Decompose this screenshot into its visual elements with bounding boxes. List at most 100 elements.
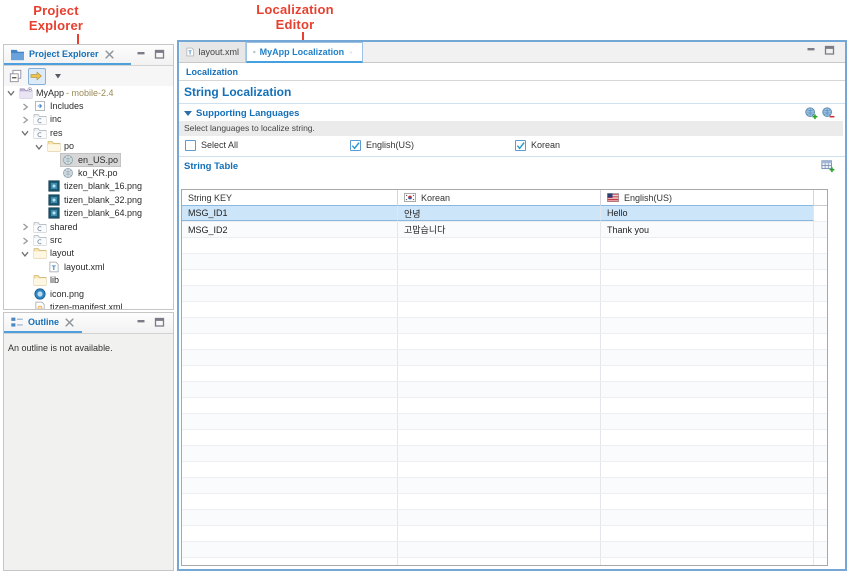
editor-tab-myapp-localization[interactable]: MyApp Localization bbox=[246, 42, 363, 63]
tree-expander[interactable] bbox=[20, 235, 33, 245]
link-with-editor-button[interactable] bbox=[28, 68, 46, 85]
cell-string-key bbox=[182, 366, 398, 381]
expanded-icon[interactable] bbox=[20, 128, 30, 138]
cell-english: Hello bbox=[601, 205, 814, 221]
tree-item-inc[interactable]: inc bbox=[4, 113, 173, 126]
tree-item-icon-slot bbox=[47, 194, 62, 206]
collapsed-icon[interactable] bbox=[20, 102, 30, 112]
checkbox-box[interactable] bbox=[350, 140, 361, 151]
tree-item-en-us-po[interactable]: en_US.po bbox=[4, 153, 173, 166]
checkbox-korean[interactable]: Korean bbox=[515, 138, 560, 152]
tree-expander[interactable] bbox=[20, 222, 33, 232]
add-string-key-icon[interactable] bbox=[821, 159, 835, 173]
language-checkboxes: Select All English(US) Korean bbox=[179, 138, 845, 154]
tree-item-lib[interactable]: lib bbox=[4, 273, 173, 286]
minimize-icon[interactable] bbox=[806, 45, 817, 55]
tree-item-ko-kr-po[interactable]: ko_KR.po bbox=[4, 166, 173, 179]
cell-english bbox=[601, 462, 814, 477]
remove-language-icon[interactable] bbox=[821, 106, 835, 120]
tree-item-tizen-blank-32-png[interactable]: tizen_blank_32.png bbox=[4, 193, 173, 206]
cell-korean bbox=[398, 334, 601, 349]
column-label: Korean bbox=[421, 193, 450, 203]
tree-item-tizen-blank-16-png[interactable]: tizen_blank_16.png bbox=[4, 180, 173, 193]
checkbox-box[interactable] bbox=[185, 140, 196, 151]
checkbox-select-all[interactable]: Select All bbox=[185, 138, 238, 152]
collapsed-icon[interactable] bbox=[20, 115, 30, 125]
tree-expander[interactable] bbox=[20, 114, 33, 124]
supporting-languages-header[interactable]: Supporting Languages bbox=[179, 106, 845, 120]
tree-item-shared[interactable]: shared bbox=[4, 220, 173, 233]
collapse-all-button[interactable] bbox=[7, 68, 25, 85]
tree-item-tizen-blank-64-png[interactable]: tizen_blank_64.png bbox=[4, 207, 173, 220]
cell-english bbox=[601, 542, 814, 557]
tab-project-explorer[interactable]: Project Explorer bbox=[4, 45, 131, 65]
tree-item-layout-xml[interactable]: Tlayout.xml bbox=[4, 260, 173, 273]
collapsed-icon[interactable] bbox=[20, 236, 30, 246]
tree-indent bbox=[4, 280, 20, 281]
tree-item-icon-slot bbox=[61, 154, 76, 166]
expanded-icon[interactable] bbox=[34, 142, 44, 152]
cell-string-key bbox=[182, 510, 398, 525]
expanded-icon[interactable] bbox=[20, 249, 30, 259]
view-window-buttons bbox=[136, 317, 165, 327]
expanded-icon[interactable] bbox=[6, 88, 16, 98]
tree-item-src[interactable]: src bbox=[4, 233, 173, 246]
cell-filler bbox=[814, 494, 827, 509]
column-header-english-us[interactable]: English(US) bbox=[601, 190, 814, 205]
tab-label: Outline bbox=[28, 317, 59, 327]
tree-item-includes[interactable]: Includes bbox=[4, 99, 173, 112]
editor-tab-layout-xml[interactable]: Tlayout.xml bbox=[180, 42, 246, 62]
cell-filler bbox=[814, 286, 827, 301]
column-header-string-key[interactable]: String KEY bbox=[182, 190, 398, 205]
checkbox-box[interactable] bbox=[515, 140, 526, 151]
tree-expander[interactable] bbox=[20, 101, 33, 111]
editor-tabbar: Tlayout.xmlMyApp Localization bbox=[179, 42, 845, 63]
close-icon[interactable] bbox=[350, 48, 352, 57]
column-header-korean[interactable]: Korean bbox=[398, 190, 601, 205]
tree-item-tizen-manifest-xml[interactable]: tizen-manifest.xml bbox=[4, 300, 173, 309]
checkbox-english-us[interactable]: English(US) bbox=[350, 138, 414, 152]
tree-expander[interactable] bbox=[6, 88, 19, 98]
tree-expander[interactable] bbox=[20, 128, 33, 138]
cell-english bbox=[601, 558, 814, 566]
table-row-msg-id1[interactable]: MSG_ID1안녕Hello bbox=[182, 206, 827, 222]
table-row-empty bbox=[182, 558, 827, 566]
cell-korean bbox=[398, 286, 601, 301]
cell-english bbox=[601, 446, 814, 461]
pofile-icon bbox=[61, 167, 75, 179]
cell-string-key bbox=[182, 286, 398, 301]
outline-tabbar: Outline bbox=[4, 313, 173, 334]
close-icon[interactable] bbox=[65, 318, 74, 327]
cell-string-key bbox=[182, 334, 398, 349]
close-icon[interactable] bbox=[105, 50, 114, 59]
cell-korean bbox=[398, 254, 601, 269]
cell-korean: 고맙습니다 bbox=[398, 222, 601, 237]
maximize-icon[interactable] bbox=[824, 45, 835, 55]
tree-item-content: shared bbox=[33, 221, 80, 233]
tree-item-po[interactable]: po bbox=[4, 140, 173, 153]
tree-item-label: src bbox=[48, 235, 64, 245]
view-menu-button[interactable] bbox=[49, 68, 67, 85]
cell-string-key bbox=[182, 462, 398, 477]
tree-item-icon-slot bbox=[61, 167, 76, 179]
maximize-icon[interactable] bbox=[154, 49, 165, 59]
tab-outline[interactable]: Outline bbox=[4, 313, 82, 333]
tree-item-myapp[interactable]: MyApp - mobile-2.4 bbox=[4, 86, 173, 99]
string-table-header: String Table bbox=[179, 159, 845, 173]
tree-expander[interactable] bbox=[34, 141, 47, 151]
minimize-icon[interactable] bbox=[136, 49, 147, 59]
collapsed-icon[interactable] bbox=[20, 222, 30, 232]
tree-item-icon-slot bbox=[33, 234, 48, 246]
tree-item-layout[interactable]: layout bbox=[4, 247, 173, 260]
tree-expander[interactable] bbox=[20, 248, 33, 258]
cell-korean bbox=[398, 430, 601, 445]
cell-english bbox=[601, 494, 814, 509]
tree-item-icon-png[interactable]: icon.png bbox=[4, 287, 173, 300]
cell-english bbox=[601, 350, 814, 365]
minimize-icon[interactable] bbox=[136, 317, 147, 327]
section-collapse-icon[interactable] bbox=[184, 109, 192, 117]
tree-item-res[interactable]: res bbox=[4, 126, 173, 139]
maximize-icon[interactable] bbox=[154, 317, 165, 327]
add-language-icon[interactable] bbox=[804, 106, 818, 120]
table-row-msg-id2[interactable]: MSG_ID2고맙습니다Thank you bbox=[182, 222, 827, 238]
